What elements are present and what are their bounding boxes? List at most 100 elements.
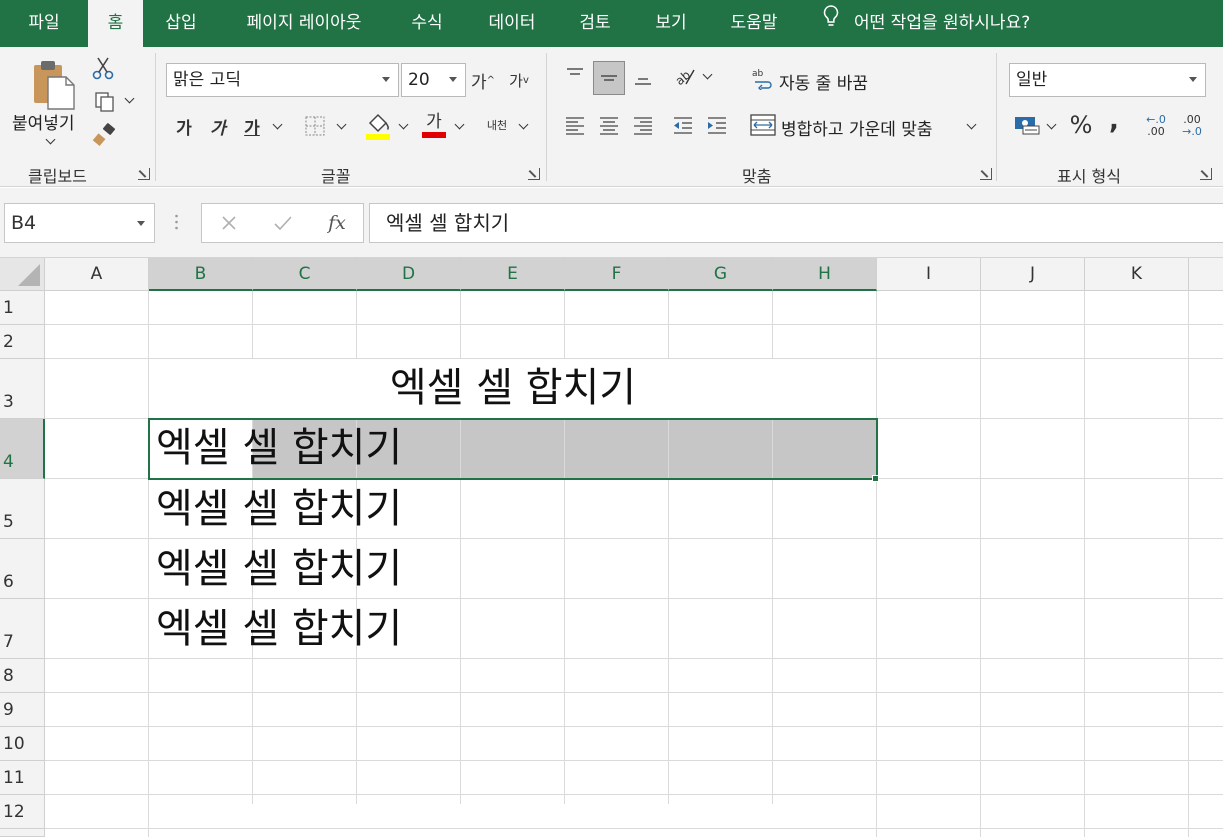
select-all-button[interactable] xyxy=(0,258,45,291)
tab-file[interactable]: 파일 xyxy=(0,0,88,47)
fill-color-dropdown[interactable] xyxy=(396,119,410,133)
column-header[interactable]: J xyxy=(981,258,1085,291)
tab-data[interactable]: 데이터 xyxy=(470,0,554,47)
paste-icon[interactable] xyxy=(24,57,80,113)
tab-formulas[interactable]: 수식 xyxy=(394,0,460,47)
column-header[interactable]: I xyxy=(877,258,981,291)
enter-icon[interactable] xyxy=(272,212,294,234)
row-header[interactable]: 12 xyxy=(0,795,45,829)
tab-home[interactable]: 홈 xyxy=(88,0,143,47)
align-top-icon[interactable] xyxy=(560,61,590,91)
wrap-text-icon[interactable]: ab xyxy=(752,65,774,91)
underline-icon[interactable]: 가 xyxy=(240,113,264,139)
decrease-indent-icon[interactable] xyxy=(670,111,696,139)
increase-decimal-icon[interactable]: ←.0.00 xyxy=(1140,111,1172,141)
worksheet-grid[interactable]: A B C D E F G H I J K 1 2 3 4 5 6 7 8 9 … xyxy=(0,258,1223,837)
cell-b6[interactable]: 엑셀 셀 합치기 xyxy=(156,549,402,589)
insert-function-icon[interactable]: fx xyxy=(324,210,350,236)
row-header[interactable]: 11 xyxy=(0,761,45,795)
orientation-icon[interactable]: ab xyxy=(670,61,700,91)
font-launcher-icon[interactable] xyxy=(528,168,540,180)
font-color-icon[interactable]: 가 xyxy=(420,109,448,141)
align-middle-icon[interactable] xyxy=(593,61,625,95)
italic-icon[interactable]: 가 xyxy=(206,113,230,139)
copy-icon[interactable] xyxy=(90,89,120,115)
tab-help[interactable]: 도움말 xyxy=(714,0,794,47)
align-right-icon[interactable] xyxy=(630,111,656,139)
cell-b5[interactable]: 엑셀 셀 합치기 xyxy=(156,489,402,529)
align-bottom-icon[interactable] xyxy=(628,61,658,91)
tell-me-box[interactable]: 어떤 작업을 원하시나요? xyxy=(822,0,1030,47)
paste-dropdown[interactable] xyxy=(42,134,58,147)
merge-center-icon[interactable] xyxy=(749,111,777,139)
font-color-dropdown[interactable] xyxy=(452,119,466,133)
row-header[interactable]: 4 xyxy=(0,419,45,479)
row-header[interactable]: 1 xyxy=(0,291,45,325)
phonetic-dropdown[interactable] xyxy=(516,119,530,133)
formula-bar-grip-icon[interactable] xyxy=(175,213,178,231)
column-header[interactable]: G xyxy=(669,258,773,291)
number-format-combo[interactable]: 일반 xyxy=(1009,63,1206,97)
cell-b4[interactable]: 엑셀 셀 합치기 xyxy=(156,428,402,468)
row-header[interactable]: 8 xyxy=(0,659,45,693)
tab-page-layout[interactable]: 페이지 레이아웃 xyxy=(224,0,384,47)
name-box[interactable]: B4 xyxy=(4,203,155,243)
comma-style-icon[interactable]: , xyxy=(1104,106,1124,136)
format-painter-icon[interactable] xyxy=(90,121,118,149)
column-header[interactable]: E xyxy=(461,258,565,291)
fill-handle[interactable] xyxy=(872,475,879,482)
row-header[interactable]: 7 xyxy=(0,599,45,659)
align-center-icon[interactable] xyxy=(596,111,622,139)
orientation-dropdown[interactable] xyxy=(700,69,714,83)
row-header[interactable]: 6 xyxy=(0,539,45,599)
column-header[interactable]: H xyxy=(773,258,877,291)
increase-indent-icon[interactable] xyxy=(704,111,730,139)
column-header[interactable]: F xyxy=(565,258,669,291)
column-header[interactable] xyxy=(1189,258,1223,291)
align-left-icon[interactable] xyxy=(562,111,588,139)
row-header[interactable] xyxy=(0,829,45,837)
row-header[interactable]: 10 xyxy=(0,727,45,761)
font-name-combo[interactable]: 맑은 고딕 xyxy=(166,63,399,97)
increase-font-size-icon[interactable]: 가 ^ xyxy=(470,67,496,93)
column-header[interactable]: B xyxy=(149,258,253,291)
formula-input[interactable]: 엑셀 셀 합치기 xyxy=(369,203,1223,243)
row-header[interactable]: 3 xyxy=(0,359,45,419)
decrease-decimal-icon[interactable]: .00 →.0 xyxy=(1176,111,1208,141)
clipboard-launcher-icon[interactable] xyxy=(138,168,150,180)
column-header[interactable]: A xyxy=(45,258,149,291)
wrap-text-button[interactable]: 자동 줄 바꿈 xyxy=(779,69,868,94)
number-launcher-icon[interactable] xyxy=(1200,168,1212,180)
fill-color-icon[interactable] xyxy=(364,111,392,141)
accounting-dropdown[interactable] xyxy=(1044,119,1058,133)
phonetic-guide-label: 내천 xyxy=(486,119,508,132)
alignment-launcher-icon[interactable] xyxy=(980,168,992,180)
column-header[interactable]: K xyxy=(1085,258,1189,291)
phonetic-guide-icon[interactable]: 내천 xyxy=(482,111,512,141)
borders-dropdown[interactable] xyxy=(334,119,348,133)
font-size-combo[interactable]: 20 xyxy=(401,63,466,97)
gridline xyxy=(45,692,1223,693)
cancel-icon[interactable] xyxy=(218,212,240,234)
column-header[interactable]: D xyxy=(357,258,461,291)
merge-center-dropdown[interactable] xyxy=(964,119,978,133)
tab-view[interactable]: 보기 xyxy=(638,0,704,47)
row-header[interactable]: 9 xyxy=(0,693,45,727)
decrease-font-size-icon[interactable]: 가v xyxy=(506,67,532,93)
paste-label[interactable]: 붙여넣기 xyxy=(12,109,75,134)
borders-icon[interactable] xyxy=(302,113,328,139)
tab-insert[interactable]: 삽입 xyxy=(146,0,216,47)
cut-icon[interactable] xyxy=(90,55,116,81)
copy-dropdown[interactable] xyxy=(122,93,136,107)
column-header[interactable]: C xyxy=(253,258,357,291)
cell-b7[interactable]: 엑셀 셀 합치기 xyxy=(156,609,402,649)
accounting-format-icon[interactable] xyxy=(1012,111,1042,139)
row-header[interactable]: 2 xyxy=(0,325,45,359)
underline-dropdown[interactable] xyxy=(270,119,284,133)
percent-style-icon[interactable]: % xyxy=(1068,111,1094,139)
merged-cell-b3-h3[interactable]: 엑셀 셀 합치기 xyxy=(149,368,877,408)
tab-review[interactable]: 검토 xyxy=(562,0,628,47)
row-header[interactable]: 5 xyxy=(0,479,45,539)
merge-center-button[interactable]: 병합하고 가운데 맞춤 xyxy=(781,115,933,140)
bold-icon[interactable]: 가 xyxy=(172,113,196,139)
